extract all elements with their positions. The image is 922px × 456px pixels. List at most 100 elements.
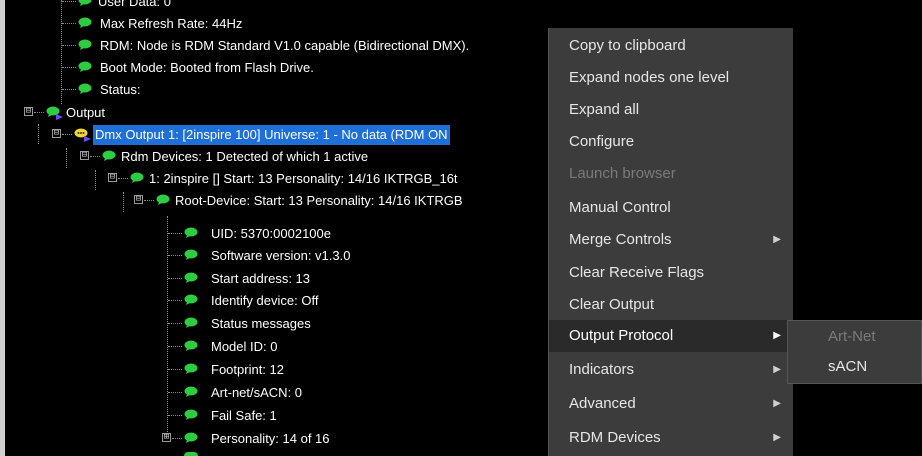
tree-connector [62, 1, 76, 2]
tree-row-label: Personality: 14 of 16 [211, 430, 330, 446]
tree-row[interactable]: Status: [62, 79, 140, 99]
menu-item-clear-output[interactable]: Clear Output [549, 289, 793, 321]
tree-row[interactable]: Model ID: 0 [168, 336, 277, 356]
tree-guide-line [95, 170, 96, 190]
tree-row-label: Footprint: 12 [211, 361, 284, 377]
tree-row[interactable]: Max Refresh Rate: 44Hz [62, 13, 242, 33]
menu-item-expand-nodes-one-level[interactable]: Expand nodes one level [549, 62, 793, 94]
menu-item-manual-control[interactable]: Manual Control [549, 192, 793, 224]
tree-guide-line [123, 192, 124, 212]
leaf-icon [184, 452, 198, 456]
leaf-icon [184, 363, 198, 374]
tree-left-border [0, 0, 5, 456]
tree-row-root-device[interactable]: ⊟ Root-Device: Start: 13 Personality: 14… [134, 190, 463, 210]
tree-row[interactable]: Status messages [168, 313, 311, 333]
tree-connector [168, 278, 182, 279]
tree-row[interactable]: RDM: Node is RDM Standard V1.0 capable (… [62, 35, 469, 55]
leaf-icon [78, 83, 92, 94]
collapse-toggle[interactable]: ⊟ [24, 107, 33, 116]
leaf-icon [78, 0, 92, 6]
leaf-icon [184, 227, 198, 238]
tree-row-label: Status: [100, 81, 141, 97]
tree-row-label: Art-net/sACN: 0 [211, 384, 303, 400]
tree-connector [168, 369, 182, 370]
tree-connector [172, 438, 182, 439]
tree-row-label: Identify device: Off [211, 292, 319, 308]
tree-connector [62, 89, 76, 90]
menu-item-label: Expand nodes one level [569, 69, 730, 86]
menu-item-label: Advanced [569, 395, 636, 412]
output-protocol-submenu[interactable]: Art-Net sACN [787, 320, 922, 384]
tree-connector [34, 112, 44, 113]
tree-connector [168, 415, 182, 416]
menu-item-label: Configure [569, 133, 635, 150]
submenu-item-sacn[interactable]: sACN [788, 352, 922, 382]
leaf-icon [78, 39, 92, 50]
tree-connector [62, 134, 72, 135]
menu-item-label: Launch browser [569, 165, 676, 182]
menu-item-copy-to-clipboard[interactable]: Copy to clipboard [549, 30, 793, 62]
tree-row-output[interactable]: ⊟ Output [24, 102, 105, 122]
tree-connector [168, 255, 182, 256]
menu-item-configure[interactable]: Configure [549, 126, 793, 158]
tree-row-label: UID: 5370:0002100e [211, 225, 331, 241]
tree-connector [168, 233, 182, 234]
tree-row[interactable]: Art-net/sACN: 0 [168, 382, 302, 402]
tree-connector [144, 200, 154, 201]
tree-row-label: Software version: v1.3.0 [211, 247, 351, 263]
tree-row[interactable]: UID: 5370:0002100e [168, 223, 331, 243]
menu-item-label: Manual Control [569, 199, 671, 216]
tree-row[interactable]: Software version: v1.3.0 [168, 245, 350, 265]
menu-item-label: Copy to clipboard [569, 37, 686, 54]
tree-row[interactable]: Identify device: Off [168, 290, 318, 310]
tree-row-label: Model ID: 0 [211, 338, 278, 354]
leaf-icon [156, 194, 170, 205]
tree-row-rdm-devices[interactable]: ⊟ Rdm Devices: 1 Detected of which 1 act… [80, 146, 368, 166]
menu-item-label: Output Protocol [569, 327, 674, 344]
menu-item-expand-all[interactable]: Expand all [549, 94, 793, 126]
tree-row-label: Rdm Devices: 1 Detected of which 1 activ… [121, 148, 369, 164]
expand-toggle[interactable]: ⊞ [162, 433, 171, 442]
tree-row[interactable]: Footprint: 12 [168, 359, 284, 379]
collapse-toggle[interactable]: ⊟ [134, 195, 143, 204]
tree-connector [62, 67, 76, 68]
menu-item-output-protocol[interactable]: Output Protocol ▶ [549, 320, 793, 352]
leaf-icon [184, 294, 198, 305]
leaf-icon [102, 150, 116, 161]
tree-connector [118, 178, 128, 179]
collapse-toggle[interactable]: ⊟ [80, 151, 89, 160]
tree-row-label: Dmx Output 1: [2inspire 100] Universe: 1… [93, 124, 450, 145]
menu-item-label: Clear Receive Flags [569, 264, 705, 281]
tree-row-label: Start address: 13 [211, 270, 310, 286]
context-menu[interactable]: Copy to clipboard Expand nodes one level… [548, 28, 793, 456]
tree-connector [168, 323, 182, 324]
submenu-item-label: sACN [828, 358, 868, 375]
tree-guide-line [66, 148, 67, 168]
tree-row-dmx-output[interactable]: ⊟ Dmx Output 1: [2inspire 100] Universe:… [52, 124, 450, 145]
collapse-toggle[interactable]: ⊟ [52, 129, 61, 138]
leaf-icon [184, 432, 198, 443]
tree-row[interactable]: Fail Safe: 1 [168, 405, 277, 425]
tree-row[interactable]: User Data: 0 [62, 0, 171, 11]
tree-row[interactable]: Start address: 13 [168, 268, 310, 288]
collapse-toggle[interactable]: ⊟ [108, 173, 117, 182]
tree-row-device[interactable]: ⊟ 1: 2inspire [] Start: 13 Personality: … [108, 168, 458, 188]
tree-row-label: Boot Mode: Booted from Flash Drive. [100, 59, 314, 75]
leaf-icon [184, 386, 198, 397]
submenu-arrow-icon: ▶ [773, 234, 781, 245]
submenu-arrow-icon: ▶ [773, 330, 781, 341]
menu-item-clear-receive-flags[interactable]: Clear Receive Flags [549, 257, 793, 289]
tree-row-label: User Data: 0 [98, 0, 171, 9]
menu-item-advanced[interactable]: Advanced ▶ [549, 388, 793, 420]
dmx-output-icon [74, 128, 92, 142]
tree-connector [168, 392, 182, 393]
menu-item-merge-controls[interactable]: Merge Controls ▶ [549, 224, 793, 256]
tree-row[interactable]: Boot Mode: Booted from Flash Drive. [62, 57, 314, 77]
menu-item-indicators[interactable]: Indicators ▶ [549, 354, 793, 386]
menu-item-rdm-devices[interactable]: RDM Devices ▶ [549, 422, 793, 454]
tree-row-label: Output [66, 104, 106, 120]
menu-item-label: Clear Output [569, 296, 655, 313]
tree-row[interactable]: ⊞ Personality: 14 of 16 [162, 428, 330, 448]
submenu-arrow-icon: ▶ [773, 398, 781, 409]
tree-guide-line [38, 124, 39, 144]
